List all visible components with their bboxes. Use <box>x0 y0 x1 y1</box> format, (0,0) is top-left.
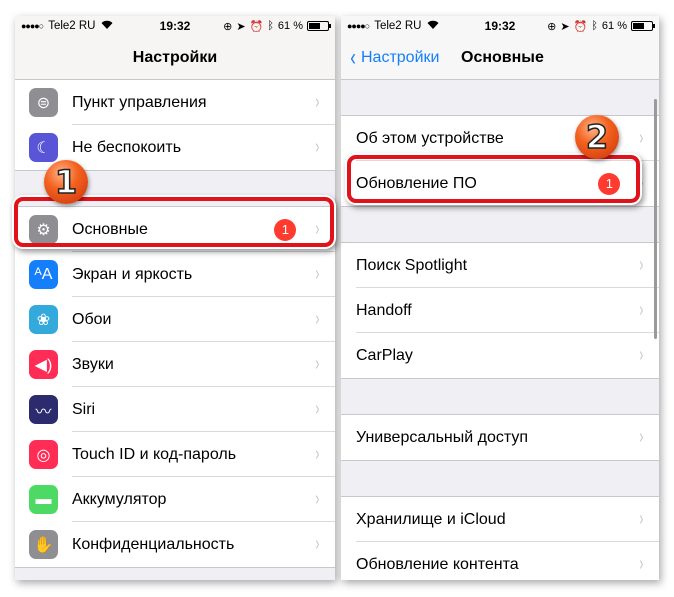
settings-row-label: Звуки <box>72 355 114 373</box>
settings-row[interactable]: ❀ Обои › <box>15 297 335 342</box>
chevron-right-icon: › <box>315 398 320 420</box>
settings-row[interactable]: 〰 Siri › <box>15 387 335 432</box>
chevron-right-icon: › <box>639 254 644 276</box>
settings-row-label: Handoff <box>356 301 412 319</box>
highlight-software-update <box>347 155 640 203</box>
settings-row-label: Хранилище и iCloud <box>356 510 506 528</box>
battery-icon <box>631 21 655 31</box>
chevron-right-icon: › <box>639 172 644 194</box>
battery-percent: 61 % <box>601 20 627 32</box>
control-center-icon: ⊜ <box>29 88 58 117</box>
settings-group: Универсальный доступ › <box>341 414 659 461</box>
general-settings-screen: ●●●●○ Tele2 RU 19:32 ⊕ ➤ ⏰ ᛒ 61 % ‹ Наст… <box>341 16 659 580</box>
settings-row-label: Siri <box>72 400 96 418</box>
battery-icon: ▬ <box>29 485 58 514</box>
chevron-right-icon: › <box>315 353 320 375</box>
chevron-right-icon: › <box>639 426 644 448</box>
location-icon: ➤ <box>236 20 246 33</box>
settings-row[interactable]: ◀) Звуки › <box>15 342 335 387</box>
moon-icon: ☾ <box>29 133 58 162</box>
battery-icon <box>307 21 331 31</box>
settings-group: ⚙ Основные 1 › ᴬA Экран и яркость › ❀ Обои › ◀) Зву… <box>15 206 335 568</box>
status-bar: ●●●●○ Tele2 RU 19:32 ⊕ ➤ ⏰ ᛒ 61 % <box>341 16 659 36</box>
signal-strength-icon: ●●●●○ <box>21 21 44 31</box>
settings-row-label: Не беспокоить <box>72 138 182 156</box>
siri-icon: 〰 <box>29 395 58 424</box>
settings-row[interactable]: ⊜ Пункт управления › <box>15 80 335 125</box>
settings-row-label: Обои <box>72 310 112 328</box>
settings-group: ⊜ Пункт управления › ☾ Не беспокоить › <box>15 80 335 171</box>
settings-row-label: Обновление контента <box>356 555 519 573</box>
chevron-right-icon: › <box>639 127 644 149</box>
settings-row[interactable]: Универсальный доступ › <box>341 415 659 460</box>
clock: 19:32 <box>484 19 516 33</box>
display-icon: ᴬA <box>29 260 58 289</box>
settings-row-label: Универсальный доступ <box>356 428 529 446</box>
nav-bar: Настройки <box>15 36 335 80</box>
carrier-name: Tele2 RU <box>48 20 96 32</box>
wallpaper-flower-icon: ❀ <box>29 305 58 334</box>
chevron-right-icon: › <box>315 91 320 113</box>
speaker-icon: ◀) <box>29 350 58 379</box>
chevron-right-icon: › <box>315 533 320 555</box>
settings-row[interactable]: Хранилище и iCloud › <box>341 497 659 542</box>
rotation-lock-icon: ⊕ <box>223 20 233 33</box>
chevron-right-icon: › <box>315 443 320 465</box>
settings-row-label: Экран и яркость <box>72 265 193 283</box>
settings-row[interactable]: ᴬA Экран и яркость › <box>15 252 335 297</box>
chevron-right-icon: › <box>639 344 644 366</box>
hand-icon: ✋ <box>29 530 58 559</box>
step-1-marker: 1 <box>44 160 88 204</box>
settings-row-label: Поиск Spotlight <box>356 256 468 274</box>
settings-row-label: CarPlay <box>356 346 413 364</box>
settings-row[interactable]: ◎ Touch ID и код-пароль › <box>15 432 335 477</box>
chevron-right-icon: › <box>639 508 644 530</box>
settings-row-label: Touch ID и код-пароль <box>72 445 237 463</box>
location-icon: ➤ <box>560 20 570 33</box>
chevron-right-icon: › <box>315 136 320 158</box>
back-button[interactable]: ‹ Настройки <box>349 43 440 71</box>
carrier-name: Tele2 RU <box>374 20 422 32</box>
alarm-icon: ⏰ <box>573 20 588 33</box>
battery-percent: 61 % <box>277 20 303 32</box>
page-title: Основные <box>461 48 544 66</box>
step-2-marker: 2 <box>575 115 619 159</box>
settings-row[interactable]: Обновление контента › <box>341 542 659 580</box>
chevron-right-icon: › <box>315 308 320 330</box>
chevron-right-icon: › <box>639 299 644 321</box>
settings-row[interactable]: ▬ Аккумулятор › <box>15 477 335 522</box>
back-chevron-icon: ‹ <box>350 43 356 71</box>
settings-group: Поиск Spotlight › Handoff › CarPlay › <box>341 242 659 379</box>
settings-row-label: Пункт управления <box>72 93 207 111</box>
settings-screen: ●●●●○ Tele2 RU 19:32 ⊕ ➤ ⏰ ᛒ 61 % Настро… <box>15 16 335 580</box>
chevron-right-icon: › <box>639 553 644 575</box>
clock: 19:32 <box>159 19 191 33</box>
nav-bar: ‹ Настройки Основные <box>341 36 659 80</box>
alarm-icon: ⏰ <box>249 20 264 33</box>
rotation-lock-icon: ⊕ <box>547 20 557 33</box>
settings-row[interactable]: ✋ Конфиденциальность › <box>15 522 335 567</box>
status-bar: ●●●●○ Tele2 RU 19:32 ⊕ ➤ ⏰ ᛒ 61 % <box>15 16 335 36</box>
scrollbar[interactable] <box>654 99 657 339</box>
wifi-icon <box>427 20 439 32</box>
back-button-label: Настройки <box>361 48 440 66</box>
wifi-icon <box>101 20 113 32</box>
settings-row-label: Аккумулятор <box>72 490 167 508</box>
signal-strength-icon: ●●●●○ <box>347 21 370 31</box>
page-title: Настройки <box>132 48 218 66</box>
settings-row[interactable]: Поиск Spotlight › <box>341 243 659 288</box>
settings-group: Хранилище и iCloud › Обновление контента › <box>341 496 659 580</box>
settings-row[interactable]: Handoff › <box>341 288 659 333</box>
fingerprint-icon: ◎ <box>29 440 58 469</box>
bluetooth-icon: ᛒ <box>267 20 274 32</box>
settings-row-label: Конфиденциальность <box>72 535 235 553</box>
highlight-general <box>14 197 334 247</box>
chevron-right-icon: › <box>315 263 320 285</box>
bluetooth-icon: ᛒ <box>591 20 598 32</box>
chevron-right-icon: › <box>315 488 320 510</box>
settings-row[interactable]: CarPlay › <box>341 333 659 378</box>
